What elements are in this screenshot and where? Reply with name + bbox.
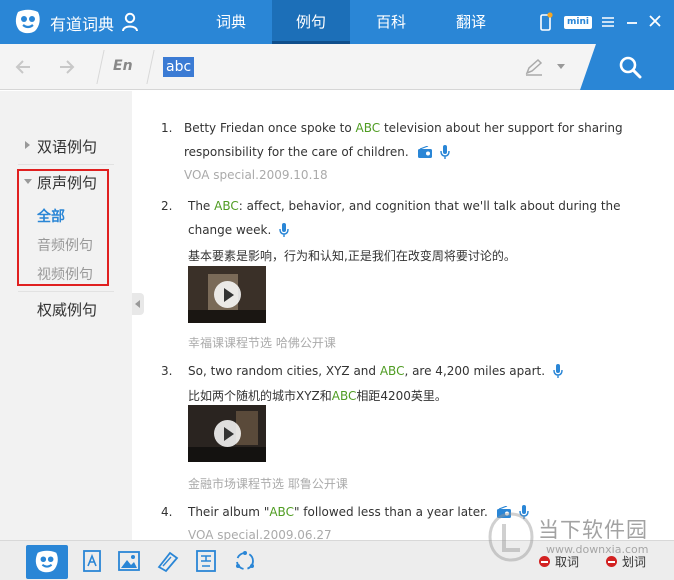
sidebar-item-authority[interactable]: 权威例句: [37, 299, 97, 320]
example-sentence-cn: 比如两个随机的城市XYZ和ABC相距4200英里。: [188, 387, 447, 404]
example-source[interactable]: VOA special.2009.06.27: [188, 528, 332, 540]
disabled-dot-icon: [606, 556, 617, 567]
word-book-icon[interactable]: [156, 549, 180, 573]
menu-icon[interactable]: [600, 12, 616, 32]
search-bar: En: [0, 44, 674, 90]
chevron-right-icon: [25, 141, 30, 149]
radio-icon[interactable]: [417, 146, 433, 159]
examples-list: 1. Betty Friedan once spoke to ABC telev…: [145, 91, 674, 540]
annotation-highlight-box: [17, 169, 109, 286]
sentence-text: 比如两个随机的城市XYZ和: [188, 389, 332, 403]
watermark-text: 当下软件园: [538, 518, 648, 542]
tab-examples[interactable]: 例句: [272, 0, 350, 44]
example-number: 3.: [161, 364, 173, 378]
sentence-text: : affect, behavior, and cognition that w…: [188, 199, 621, 237]
keyword-highlight: ABC: [355, 121, 381, 135]
example-sentence-en: Betty Friedan once spoke to ABC televisi…: [184, 116, 639, 164]
keyword-highlight: ABC: [379, 364, 405, 378]
close-icon[interactable]: [648, 12, 662, 32]
chevron-down-icon[interactable]: [557, 64, 565, 69]
separator: [146, 50, 155, 84]
word-card-icon[interactable]: [80, 549, 104, 573]
chevron-left-icon: [135, 300, 140, 308]
language-selector[interactable]: En: [113, 58, 133, 74]
sentence-text: Their album ": [188, 505, 270, 519]
minimize-icon[interactable]: [625, 12, 639, 32]
tab-encyclopedia[interactable]: 百科: [352, 0, 430, 44]
separator: [96, 50, 105, 84]
keyword-highlight: ABC: [269, 505, 294, 519]
handwriting-pen-icon[interactable]: [524, 58, 544, 76]
microphone-icon[interactable]: [553, 364, 563, 379]
sidebar-item-bilingual[interactable]: 双语例句: [37, 136, 97, 157]
example-source[interactable]: 金融市场课程节选 耶鲁公开课: [188, 475, 348, 492]
sentence-text: So, two random cities, XYZ and: [188, 364, 380, 378]
sync-icon[interactable]: [233, 549, 257, 573]
example-sentence-en: So, two random cities, XYZ and ABC, are …: [188, 359, 643, 383]
youdao-logo-icon: [15, 9, 40, 34]
example-number: 4.: [161, 505, 173, 519]
translate-doc-icon[interactable]: [194, 549, 218, 573]
example-sentence-cn: 基本要素是影响，行为和认知,正是我们在改变周将要讨论的。: [188, 249, 516, 263]
title-bar: 有道词典 词典 例句 百科 翻译 mini: [0, 0, 674, 44]
microphone-icon[interactable]: [440, 145, 451, 160]
mini-mode-button[interactable]: mini: [564, 16, 592, 29]
back-arrow-icon[interactable]: [14, 57, 34, 77]
microphone-icon[interactable]: [279, 223, 289, 238]
example-sentence-en: The ABC: affect, behavior, and cognition…: [188, 194, 643, 242]
tool-dictionary-active[interactable]: [26, 545, 68, 579]
video-thumbnail[interactable]: [188, 266, 266, 323]
divider: [18, 164, 114, 165]
watermark-logo: [488, 512, 534, 562]
keyword-highlight: ABC: [331, 389, 357, 403]
forward-arrow-icon[interactable]: [56, 57, 76, 77]
play-icon: [214, 281, 241, 308]
watermark-url: www.downxia.com: [546, 543, 649, 556]
play-icon: [214, 420, 241, 447]
keyword-highlight: ABC: [214, 199, 239, 213]
youdao-logo-icon: [35, 550, 58, 573]
tab-dictionary[interactable]: 词典: [192, 0, 270, 44]
example-number: 2.: [161, 199, 173, 213]
search-button[interactable]: [580, 44, 674, 90]
example-source[interactable]: 幸福课课程节选 哈佛公开课: [188, 334, 336, 351]
video-thumbnail[interactable]: [188, 405, 266, 462]
tab-translate[interactable]: 翻译: [432, 0, 510, 44]
phone-icon[interactable]: [539, 12, 553, 32]
example-source[interactable]: VOA special.2009.10.18: [184, 168, 328, 182]
user-icon[interactable]: [121, 12, 139, 32]
image-translate-icon[interactable]: [117, 549, 141, 573]
sentence-text: , are 4,200 miles apart.: [404, 364, 546, 378]
search-icon: [619, 56, 642, 79]
sentence-text: 相距4200英里。: [356, 389, 447, 403]
app-title: 有道词典: [50, 15, 115, 34]
disabled-dot-icon: [539, 556, 550, 567]
collapse-sidebar-handle[interactable]: [132, 293, 144, 315]
divider: [18, 291, 114, 292]
example-number: 1.: [161, 121, 173, 135]
sentence-text: The: [188, 199, 215, 213]
search-input[interactable]: abc: [163, 57, 195, 77]
sentence-text: Betty Friedan once spoke to: [184, 121, 356, 135]
sentence-text: " followed less than a year later.: [293, 505, 488, 519]
